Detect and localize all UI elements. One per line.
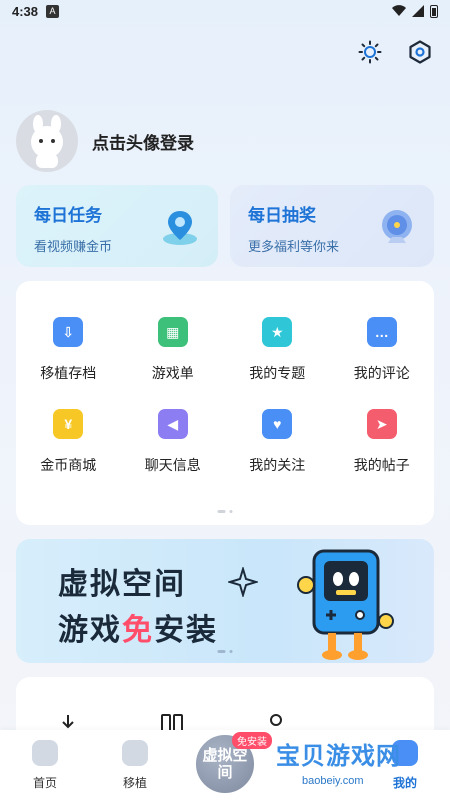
- page-dot-active: [217, 510, 226, 513]
- virtual-space-banner[interactable]: 虚拟空间 游戏免安装: [16, 539, 434, 663]
- banner-subline: 游戏免安装: [58, 605, 218, 649]
- wifi-icon: [392, 5, 406, 17]
- nav-port[interactable]: 移植: [100, 740, 170, 791]
- grid-item-label: 聊天信息: [144, 457, 201, 473]
- grid-item-label: 我的专题: [249, 365, 306, 381]
- avatar[interactable]: [16, 110, 78, 172]
- topic-icon: ★: [262, 317, 293, 347]
- theme-toggle-button[interactable]: [356, 38, 384, 66]
- battery-icon: [430, 4, 438, 18]
- top-actions: [356, 38, 434, 66]
- watermark: 宝贝游戏网 baobeiy.com: [276, 736, 401, 789]
- install-free-badge: 免安装: [232, 732, 272, 749]
- daily-lottery-card[interactable]: 每日抽奖 更多福利等你来: [230, 185, 434, 267]
- signal-icon: [412, 5, 424, 17]
- grid-item-save-port[interactable]: ⇩ 移植存档: [16, 317, 121, 383]
- page-dot: [229, 510, 233, 513]
- grid-item-label: 我的评论: [353, 365, 410, 381]
- page-dot: [229, 650, 233, 653]
- banner-subline-b: 安装: [154, 614, 218, 647]
- status-icons: [392, 4, 438, 18]
- page-dot-active: [217, 650, 226, 653]
- status-time: 4:38: [12, 3, 39, 19]
- banner-subline-a: 游戏: [58, 614, 122, 647]
- sun-icon: [358, 40, 382, 64]
- feature-grid: ⇩ 移植存档 ▦ 游戏单 ★ 我的专题 … 我的评论 ¥ 金币商城 ◀ 聊天信息…: [16, 281, 434, 475]
- watermark-title: 宝贝游戏网: [276, 743, 401, 770]
- daily-task-card[interactable]: 每日任务 看视频赚金币: [16, 185, 218, 267]
- grid-item-label: 游戏单: [151, 365, 194, 381]
- nav-home[interactable]: 首页: [10, 740, 80, 791]
- grid-item-coin-shop[interactable]: ¥ 金币商城: [16, 409, 121, 475]
- hexagon-settings-icon: [409, 40, 431, 64]
- lottery-wheel-icon: [382, 210, 412, 243]
- login-prompt[interactable]: 点击头像登录: [92, 129, 194, 154]
- comment-icon: …: [366, 317, 397, 347]
- nav-port-label: 移植: [122, 776, 147, 790]
- grid-item-my-posts[interactable]: ➤ 我的帖子: [330, 409, 435, 475]
- follow-icon: ♥: [262, 409, 293, 439]
- status-bar: 4:38 A: [0, 0, 450, 22]
- chat-icon: ◀: [157, 409, 188, 439]
- grid-item-label: 我的帖子: [353, 457, 410, 473]
- watermark-url: baobeiy.com: [296, 775, 370, 787]
- mascot-robot-icon: [297, 549, 394, 660]
- save-download-icon: ⇩: [53, 317, 84, 347]
- gamepad-icon: [122, 740, 148, 766]
- grid-item-label: 移植存档: [40, 365, 97, 381]
- default-avatar-icon: [31, 115, 63, 168]
- nav-home-label: 首页: [32, 776, 57, 790]
- profile-header[interactable]: 点击头像登录: [16, 110, 194, 172]
- post-icon: ➤: [366, 409, 397, 439]
- grid-item-my-comments[interactable]: … 我的评论: [330, 317, 435, 383]
- app-notification-icon: A: [46, 4, 60, 18]
- grid-page-indicator: [217, 510, 233, 513]
- grid-item-my-topics[interactable]: ★ 我的专题: [225, 317, 330, 383]
- banner-subline-highlight: 免: [122, 614, 154, 647]
- grid-item-label: 金币商城: [40, 457, 97, 473]
- banner-page-indicator: [217, 650, 233, 653]
- grid-item-label: 我的关注: [249, 457, 306, 473]
- feature-grid-panel: ⇩ 移植存档 ▦ 游戏单 ★ 我的专题 … 我的评论 ¥ 金币商城 ◀ 聊天信息…: [16, 281, 434, 525]
- coin-shop-icon: ¥: [53, 409, 84, 439]
- banner-headline: 虚拟空间: [58, 568, 186, 601]
- sparkle-icon: [228, 567, 258, 597]
- game-list-icon: ▦: [157, 317, 188, 347]
- location-pin-icon: [163, 211, 197, 245]
- grid-item-chat-messages[interactable]: ◀ 聊天信息: [121, 409, 226, 475]
- shortcut-panel: [16, 677, 434, 737]
- grid-item-game-list[interactable]: ▦ 游戏单: [121, 317, 226, 383]
- grid-item-my-follows[interactable]: ♥ 我的关注: [225, 409, 330, 475]
- home-icon: [32, 740, 58, 766]
- settings-button[interactable]: [406, 38, 434, 66]
